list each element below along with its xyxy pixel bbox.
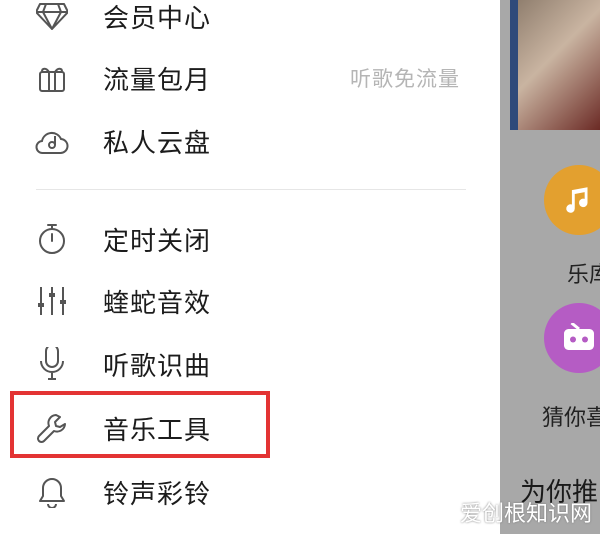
equalizer-icon <box>34 283 70 319</box>
menu-item-vip-center[interactable]: 会员中心 <box>0 0 500 44</box>
background-app: 乐库 猜你喜 为你推 <box>500 0 600 534</box>
guess-you-like-label: 猜你喜 <box>542 406 600 431</box>
menu-item-cloud-drive[interactable]: 私人云盘 <box>0 113 500 169</box>
banner-image <box>510 0 600 130</box>
menu-item-label: 流量包月 <box>103 65 212 96</box>
bell-icon <box>34 474 70 510</box>
highlight-box <box>10 391 270 458</box>
menu-divider <box>36 189 466 190</box>
mic-icon <box>34 346 70 382</box>
menu-item-data-plan[interactable]: 流量包月 听歌免流量 <box>0 50 500 106</box>
menu-item-label: 会员中心 <box>103 3 212 34</box>
music-library-tile[interactable] <box>544 165 600 235</box>
radio-icon <box>564 323 594 350</box>
watermark: 爱创根知识网 <box>459 502 592 527</box>
menu-item-ringtones[interactable]: 铃声彩铃 <box>0 464 500 520</box>
music-note-icon <box>566 187 588 213</box>
menu-item-label: 定时关闭 <box>103 226 212 257</box>
menu-item-label: 蝰蛇音效 <box>103 288 212 319</box>
menu-item-label: 铃声彩铃 <box>103 479 212 510</box>
side-drawer: 会员中心 流量包月 听歌免流量 私人云盘 定时关闭 蝰蛇音效 听歌识曲 音乐工具… <box>0 0 500 534</box>
menu-item-song-recognition[interactable]: 听歌识曲 <box>0 336 500 392</box>
music-library-label: 乐库 <box>567 263 600 288</box>
menu-item-sound-effects[interactable]: 蝰蛇音效 <box>0 273 500 329</box>
menu-item-label: 听歌识曲 <box>103 351 212 382</box>
free-data-hint: 听歌免流量 <box>350 67 460 91</box>
cloud-icon <box>34 123 70 159</box>
gift-icon <box>34 60 70 96</box>
diamond-icon <box>34 0 70 34</box>
guess-you-like-tile[interactable] <box>544 303 600 373</box>
timer-icon <box>34 221 70 257</box>
menu-item-sleep-timer[interactable]: 定时关闭 <box>0 211 500 267</box>
menu-item-label: 私人云盘 <box>103 128 212 159</box>
